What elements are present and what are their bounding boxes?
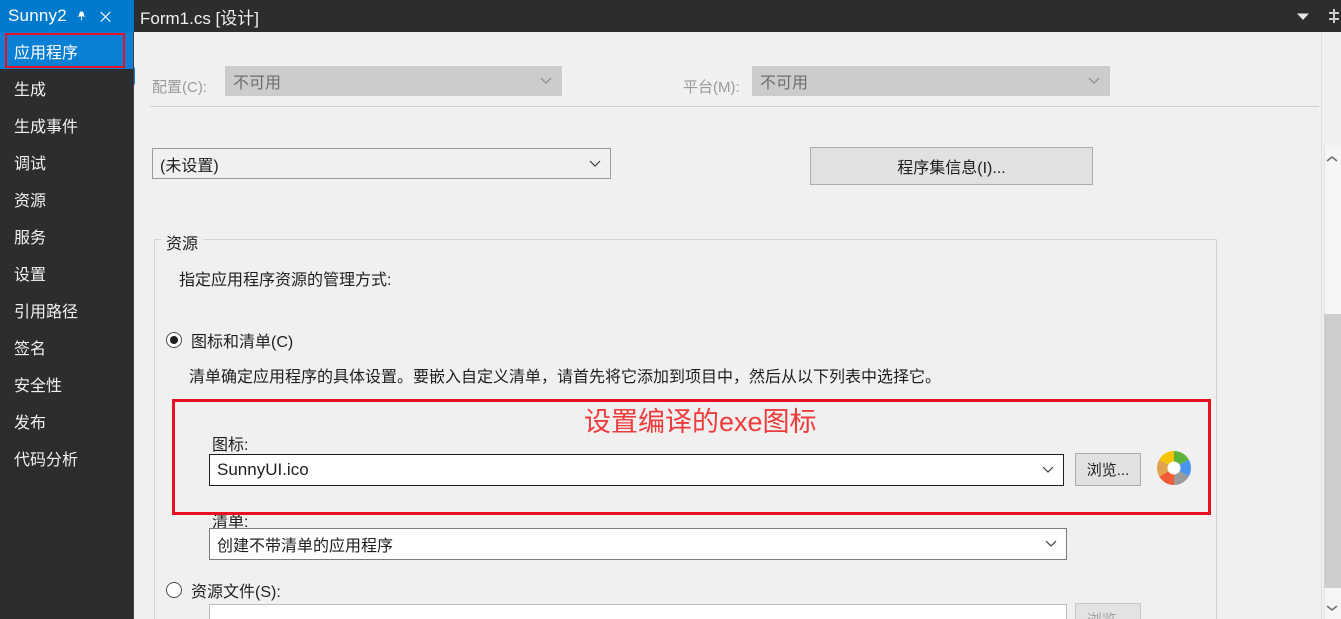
radio-resource-file-label: 资源文件(S): [191,584,281,601]
platform-value: 不可用 [760,75,809,92]
sidebar-item-label: 生成事件 [14,118,79,136]
configuration-dropdown[interactable]: 不可用 [225,66,562,96]
configuration-row: 配置(C): 不可用 平台(M): 不可用 [135,48,1321,96]
sidebar-item-debug[interactable]: 调试 [0,143,133,180]
chevron-down-icon [1088,75,1100,87]
configuration-label: 配置(C): [152,79,207,96]
sidebar-item-build-events[interactable]: 生成事件 [0,106,133,143]
annotation-text: 设置编译的exe图标 [584,407,817,437]
chevron-down-icon [589,158,601,170]
vertical-scrollbar[interactable] [1321,32,1341,619]
radio-icon-and-manifest[interactable]: 图标和清单(C) [166,328,293,352]
manifest-dropdown[interactable]: 创建不带清单的应用程序 [209,528,1067,560]
sidebar-item-build[interactable]: 生成 [0,69,133,106]
section-divider [150,106,1319,107]
assembly-information-label: 程序集信息(I)... [897,160,1006,177]
sidebar-item-label: 发布 [14,414,47,432]
icon-browse-button[interactable]: 浏览... [1075,453,1141,486]
sidebar-item-label: 调试 [14,155,47,173]
sidebar-item-label: 签名 [14,340,47,358]
chevron-down-icon [1042,464,1054,476]
sidebar-item-label: 代码分析 [14,451,79,469]
properties-sidebar: 应用程序 生成 生成事件 调试 资源 服务 设置 引用路径 签名 安全性 发布 [0,32,143,619]
visual-studio-project-properties: Sunny2 Form1.cs [设计] 应用程序 生成 生成事件 调试 资源 … [0,0,1341,619]
tab-label: Sunny2 [8,6,67,25]
tab-project-sunny2[interactable]: Sunny2 [0,0,134,32]
platform-dropdown[interactable]: 不可用 [752,66,1110,96]
tab-document-label: Form1.cs [设计] [140,8,260,28]
pin-icon[interactable] [73,5,91,27]
icon-field-label: 图标: [212,437,249,454]
sidebar-item-reference-paths[interactable]: 引用路径 [0,291,133,328]
chevron-down-icon [1045,538,1057,550]
color-wheel-icon [1154,448,1194,488]
resource-file-browse-label: 浏览... [1087,609,1130,619]
manifest-hint-text: 清单确定应用程序的具体设置。要嵌入自定义清单，请首先将它添加到项目中，然后从以下… [189,369,942,386]
resources-group-title: 资源 [161,230,204,254]
sidebar-item-settings[interactable]: 设置 [0,254,133,291]
platform-label: 平台(M): [683,79,740,96]
resources-group: 资源 指定应用程序资源的管理方式: 图标和清单(C) 清单确定应用程序的具体设置… [154,228,1217,619]
sidebar-item-label: 生成 [14,81,47,99]
selection-highlight-box [5,33,125,68]
assembly-information-button[interactable]: 程序集信息(I)... [810,147,1093,185]
sidebar-item-label: 设置 [14,266,47,284]
resources-description: 指定应用程序资源的管理方式: [179,272,392,289]
icon-browse-label: 浏览... [1086,462,1130,479]
sidebar-item-application[interactable]: 应用程序 [0,32,133,69]
sidebar-item-security[interactable]: 安全性 [0,365,133,402]
manifest-value: 创建不带清单的应用程序 [217,538,394,555]
tab-strip: Sunny2 Form1.cs [设计] [0,0,1341,32]
scrollbar-thumb[interactable] [1324,314,1341,588]
tabstrip-overflow-icon[interactable] [1327,0,1341,32]
resource-file-browse-button: 浏览... [1075,603,1141,619]
sidebar-item-label: 安全性 [14,377,63,395]
scroll-up-icon[interactable] [1322,148,1341,170]
icon-value: SunnyUI.ico [217,460,309,479]
configuration-value: 不可用 [233,75,282,92]
sidebar-item-label: 引用路径 [14,303,79,321]
startup-object-value: (未设置) [160,157,219,175]
sidebar-item-code-analysis[interactable]: 代码分析 [0,439,133,476]
radio-selected-icon [166,332,182,348]
tab-form1-designer[interactable]: Form1.cs [设计] [140,0,259,32]
radio-resource-file[interactable]: 资源文件(S): [166,578,281,602]
radio-unselected-icon [166,582,182,598]
startup-object-dropdown[interactable]: (未设置) [152,148,611,179]
radio-icon-and-manifest-label: 图标和清单(C) [191,334,294,351]
sidebar-item-resources[interactable]: 资源 [0,180,133,217]
chevron-down-icon [540,75,552,87]
sidebar-item-publish[interactable]: 发布 [0,402,133,439]
sidebar-item-label: 服务 [14,229,47,247]
sidebar-item-signing[interactable]: 签名 [0,328,133,365]
close-icon[interactable] [97,5,115,27]
sidebar-item-services[interactable]: 服务 [0,217,133,254]
sidebar-item-label: 资源 [14,192,47,210]
scroll-down-icon[interactable] [1322,597,1341,619]
main-content-pane: 配置(C): 不可用 平台(M): 不可用 (未设置) 程序集信息(I)... … [135,32,1321,619]
chevron-down-icon[interactable] [1291,0,1315,32]
resource-file-input[interactable] [209,604,1067,619]
icon-dropdown[interactable]: SunnyUI.ico [209,454,1064,486]
